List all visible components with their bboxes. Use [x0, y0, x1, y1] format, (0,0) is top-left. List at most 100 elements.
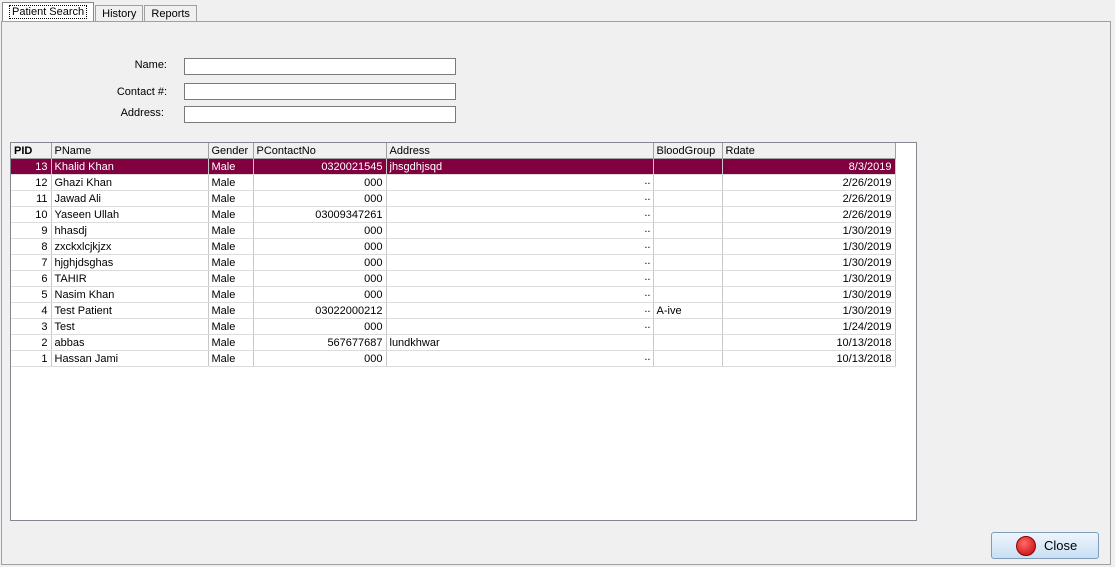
cell-pname[interactable]: Yaseen Ullah	[51, 206, 209, 223]
table-row[interactable]: 9 hhasdj Male 000.. 1/30/2019	[11, 222, 896, 239]
cell-pname[interactable]: Test	[51, 318, 209, 335]
cell-pid[interactable]: 9	[11, 222, 52, 239]
table-row[interactable]: 5 Nasim Khan Male 000.. 1/30/2019	[11, 286, 896, 303]
cell-pcontactno[interactable]: 000	[253, 174, 387, 191]
table-row[interactable]: 1 Hassan Jami Male 000.. 10/13/2018	[11, 350, 896, 367]
cell-rdate[interactable]: 1/30/2019	[722, 302, 896, 319]
cell-pname[interactable]: hhasdj	[51, 222, 209, 239]
cell-bloodgroup[interactable]	[653, 158, 723, 175]
cell-bloodgroup[interactable]	[653, 190, 723, 207]
cell-pid[interactable]: 4	[11, 302, 52, 319]
cell-gender[interactable]: Male	[208, 302, 254, 319]
cell-bloodgroup[interactable]	[653, 270, 723, 287]
col-header-bloodgroup[interactable]: BloodGroup	[653, 143, 723, 159]
col-header-pcontactno[interactable]: PContactNo	[253, 143, 387, 159]
tab-history[interactable]: History	[95, 5, 144, 21]
cell-gender[interactable]: Male	[208, 238, 254, 255]
table-row[interactable]: 7 hjghjdsghas Male 000.. 1/30/2019	[11, 254, 896, 271]
table-row[interactable]: 12 Ghazi Khan Male 000.. 2/26/2019	[11, 174, 896, 191]
cell-address[interactable]: ..	[386, 302, 654, 319]
cell-address[interactable]: ..	[386, 222, 654, 239]
cell-pid[interactable]: 2	[11, 334, 52, 351]
cell-bloodgroup[interactable]	[653, 350, 723, 367]
tab-patient-search[interactable]: Patient Search	[2, 2, 95, 21]
cell-rdate[interactable]: 1/30/2019	[722, 222, 896, 239]
address-input[interactable]	[184, 106, 456, 123]
cell-bloodgroup[interactable]	[653, 254, 723, 271]
name-input[interactable]	[184, 58, 456, 75]
cell-gender[interactable]: Male	[208, 318, 254, 335]
tab-reports[interactable]: Reports	[144, 5, 197, 21]
table-row[interactable]: 8 zxckxlcjkjzx Male 000.. 1/30/2019	[11, 238, 896, 255]
cell-bloodgroup[interactable]: A-ive	[653, 302, 723, 319]
table-row[interactable]: 13 Khalid Khan Male 0320021545 jhsgdhjsqd 8/3…	[11, 158, 896, 175]
cell-bloodgroup[interactable]	[653, 318, 723, 335]
cell-rdate[interactable]: 10/13/2018	[722, 334, 896, 351]
cell-pname[interactable]: zxckxlcjkjzx	[51, 238, 209, 255]
patient-grid[interactable]: PID PName Gender PContactNo Address Bloo…	[10, 142, 917, 521]
cell-gender[interactable]: Male	[208, 206, 254, 223]
cell-rdate[interactable]: 1/30/2019	[722, 254, 896, 271]
table-row[interactable]: 11 Jawad Ali Male 000.. 2/26/2019	[11, 190, 896, 207]
cell-bloodgroup[interactable]	[653, 206, 723, 223]
col-header-pname[interactable]: PName	[51, 143, 209, 159]
cell-pname[interactable]: Test Patient	[51, 302, 209, 319]
cell-rdate[interactable]: 1/30/2019	[722, 270, 896, 287]
cell-pid[interactable]: 8	[11, 238, 52, 255]
cell-rdate[interactable]: 2/26/2019	[722, 190, 896, 207]
cell-pcontactno[interactable]: 000	[253, 318, 387, 335]
cell-pcontactno[interactable]: 000	[253, 350, 387, 367]
table-row[interactable]: 4 Test Patient Male 03022000212.. A-ive 1/30/…	[11, 302, 896, 319]
cell-address[interactable]: ..	[386, 238, 654, 255]
cell-pcontactno[interactable]: 000	[253, 270, 387, 287]
cell-pname[interactable]: Ghazi Khan	[51, 174, 209, 191]
cell-address[interactable]: ..	[386, 286, 654, 303]
cell-gender[interactable]: Male	[208, 286, 254, 303]
cell-pid[interactable]: 1	[11, 350, 52, 367]
cell-pid[interactable]: 12	[11, 174, 52, 191]
cell-bloodgroup[interactable]	[653, 222, 723, 239]
cell-bloodgroup[interactable]	[653, 286, 723, 303]
cell-gender[interactable]: Male	[208, 174, 254, 191]
cell-rdate[interactable]: 1/30/2019	[722, 238, 896, 255]
cell-pcontactno[interactable]: 000	[253, 222, 387, 239]
cell-pid[interactable]: 3	[11, 318, 52, 335]
cell-address[interactable]: ..	[386, 270, 654, 287]
cell-pname[interactable]: TAHIR	[51, 270, 209, 287]
cell-pname[interactable]: Jawad Ali	[51, 190, 209, 207]
col-header-address[interactable]: Address	[386, 143, 654, 159]
cell-pid[interactable]: 13	[11, 158, 52, 175]
cell-pcontactno[interactable]: 000	[253, 190, 387, 207]
cell-bloodgroup[interactable]	[653, 238, 723, 255]
cell-address[interactable]: ..	[386, 350, 654, 367]
cell-pid[interactable]: 6	[11, 270, 52, 287]
cell-address[interactable]: ..	[386, 318, 654, 335]
cell-pcontactno[interactable]: 03009347261	[253, 206, 387, 223]
cell-pcontactno[interactable]: 03022000212	[253, 302, 387, 319]
cell-gender[interactable]: Male	[208, 158, 254, 175]
cell-rdate[interactable]: 2/26/2019	[722, 206, 896, 223]
table-row[interactable]: 2 abbas Male 567677687 lundkhwar 10/13/2018	[11, 334, 896, 351]
col-header-rdate[interactable]: Rdate	[722, 143, 896, 159]
cell-pid[interactable]: 10	[11, 206, 52, 223]
cell-gender[interactable]: Male	[208, 222, 254, 239]
cell-address[interactable]: ..	[386, 190, 654, 207]
cell-address[interactable]: ..	[386, 254, 654, 271]
cell-gender[interactable]: Male	[208, 334, 254, 351]
cell-bloodgroup[interactable]	[653, 334, 723, 351]
table-row[interactable]: 10 Yaseen Ullah Male 03009347261.. 2/26/2019	[11, 206, 896, 223]
cell-gender[interactable]: Male	[208, 350, 254, 367]
cell-pcontactno[interactable]: 567677687	[253, 334, 387, 351]
cell-bloodgroup[interactable]	[653, 174, 723, 191]
cell-pname[interactable]: abbas	[51, 334, 209, 351]
cell-pid[interactable]: 7	[11, 254, 52, 271]
col-header-pid[interactable]: PID	[11, 143, 52, 159]
cell-rdate[interactable]: 1/30/2019	[722, 286, 896, 303]
cell-gender[interactable]: Male	[208, 254, 254, 271]
cell-gender[interactable]: Male	[208, 270, 254, 287]
cell-rdate[interactable]: 10/13/2018	[722, 350, 896, 367]
cell-pcontactno[interactable]: 0320021545	[253, 158, 387, 175]
cell-address[interactable]: jhsgdhjsqd	[386, 158, 654, 175]
table-row[interactable]: 6 TAHIR Male 000.. 1/30/2019	[11, 270, 896, 287]
table-row[interactable]: 3 Test Male 000.. 1/24/2019	[11, 318, 896, 335]
